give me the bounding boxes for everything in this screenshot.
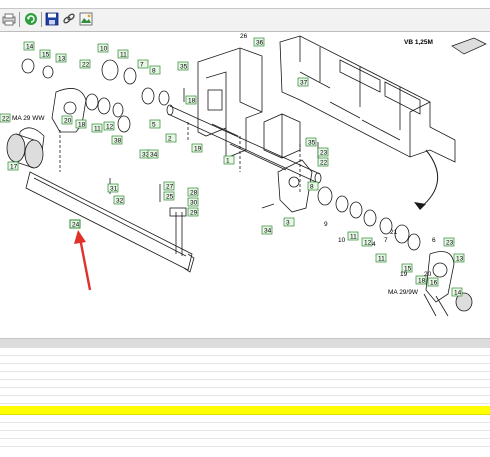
callout-18-mid: 18 — [188, 98, 196, 105]
table-row-selected[interactable] — [0, 406, 490, 415]
refresh-button[interactable] — [24, 12, 38, 26]
window-top-edge — [0, 0, 490, 9]
label-26: 26 — [240, 33, 248, 40]
callout-23-lower: 23 — [446, 240, 454, 247]
callout-35-right: 35 — [308, 140, 316, 147]
printer-icon — [2, 13, 16, 26]
label-10: 10 — [338, 237, 346, 244]
label-20: 20 — [424, 271, 432, 278]
label-7: 7 — [384, 237, 388, 244]
callout-32: 32 — [116, 198, 124, 205]
callout-36: 36 — [256, 40, 264, 47]
label-19: 19 — [400, 271, 408, 278]
callout-14: 14 — [26, 44, 34, 51]
picture-icon — [79, 12, 93, 26]
table-row[interactable] — [0, 380, 490, 388]
table-row[interactable] — [0, 348, 490, 356]
table-row[interactable] — [0, 423, 490, 431]
callout-11-lower: 11 — [378, 256, 385, 263]
table-row[interactable] — [0, 439, 490, 447]
callout-15: 15 — [42, 52, 50, 59]
callout-17: 17 — [10, 164, 18, 171]
callout-24-highlighted: 24 — [72, 222, 80, 229]
callout-38: 38 — [114, 138, 122, 145]
callout-11-mid: 11 — [94, 126, 101, 133]
label-21: 21 — [390, 229, 398, 236]
callout-27: 27 — [166, 184, 174, 191]
callout-37: 37 — [300, 80, 308, 87]
callout-5: 5 — [152, 122, 156, 129]
callout-22-left: 22 — [2, 116, 10, 123]
save-button[interactable] — [45, 12, 59, 26]
callout-14-right: 14 — [454, 290, 462, 297]
callout-18-right: 18 — [418, 278, 426, 285]
machine-logo — [451, 37, 487, 55]
table-row[interactable] — [0, 364, 490, 372]
callout-11-right: 11 — [350, 234, 357, 241]
callout-16: 16 — [430, 280, 438, 287]
callout-18: 18 — [78, 122, 86, 129]
callout-1: 1 — [226, 158, 230, 165]
callout-35: 35 — [180, 64, 188, 71]
callout-25: 25 — [166, 194, 174, 201]
toolbar — [0, 9, 490, 32]
label-6: 6 — [432, 237, 436, 244]
callout-10: 10 — [100, 46, 108, 53]
callout-11: 11 — [120, 52, 127, 59]
chain-link-icon — [63, 13, 75, 24]
callout-31: 31 — [110, 186, 118, 193]
ref-code-left: MA 29 WW — [12, 115, 45, 122]
callout-30: 30 — [190, 200, 198, 207]
table-row[interactable] — [0, 415, 490, 423]
table-row[interactable] — [0, 388, 490, 396]
callout-22-right: 22 — [320, 160, 328, 167]
callout-29: 29 — [190, 210, 198, 217]
callout-28: 28 — [190, 190, 198, 197]
callout-23: 23 — [320, 150, 328, 157]
callout-2: 2 — [168, 136, 172, 143]
parts-diagram: VB 1,25M MA 29 WW MA 29/9W 14 15 13 10 1… — [0, 33, 487, 317]
refresh-icon — [25, 13, 37, 25]
table-row[interactable] — [0, 396, 490, 404]
callout-20: 20 — [64, 118, 72, 125]
table-row[interactable] — [0, 372, 490, 380]
ref-code-right: MA 29/9W — [388, 289, 419, 296]
part-callouts: 14 15 13 10 11 7 8 35 36 37 22 20 18 22 … — [0, 33, 465, 297]
print-button[interactable] — [2, 12, 16, 26]
callout-12: 12 — [106, 124, 114, 131]
toolbar-separator — [41, 12, 42, 27]
callout-34-right: 34 — [264, 228, 272, 235]
callout-8-right: 8 — [310, 184, 314, 191]
callout-22: 22 — [82, 62, 90, 69]
label-4: 4 — [372, 241, 376, 248]
annotation-arrow-head — [74, 230, 86, 244]
table-row[interactable] — [0, 431, 490, 439]
label-9: 9 — [324, 221, 328, 228]
callout-12-right: 12 — [364, 240, 372, 247]
callout-13-right: 13 — [456, 256, 464, 263]
table-row[interactable] — [0, 356, 490, 364]
image-button[interactable] — [79, 12, 93, 26]
callout-3: 3 — [286, 220, 290, 227]
callout-19: 19 — [194, 146, 202, 153]
floppy-disk-icon — [45, 12, 59, 26]
annotation-arrow — [78, 237, 92, 291]
exploded-parts-drawing: VB 1,25M MA 29 WW MA 29/9W 14 15 13 10 1… — [0, 32, 490, 317]
toolbar-separator — [19, 12, 20, 27]
link-button[interactable] — [62, 12, 76, 26]
model-label: VB 1,25M — [404, 39, 433, 46]
callout-7: 7 — [140, 62, 144, 69]
callout-34: 34 — [150, 152, 158, 159]
callout-8: 8 — [152, 68, 156, 75]
callout-13: 13 — [58, 56, 66, 63]
